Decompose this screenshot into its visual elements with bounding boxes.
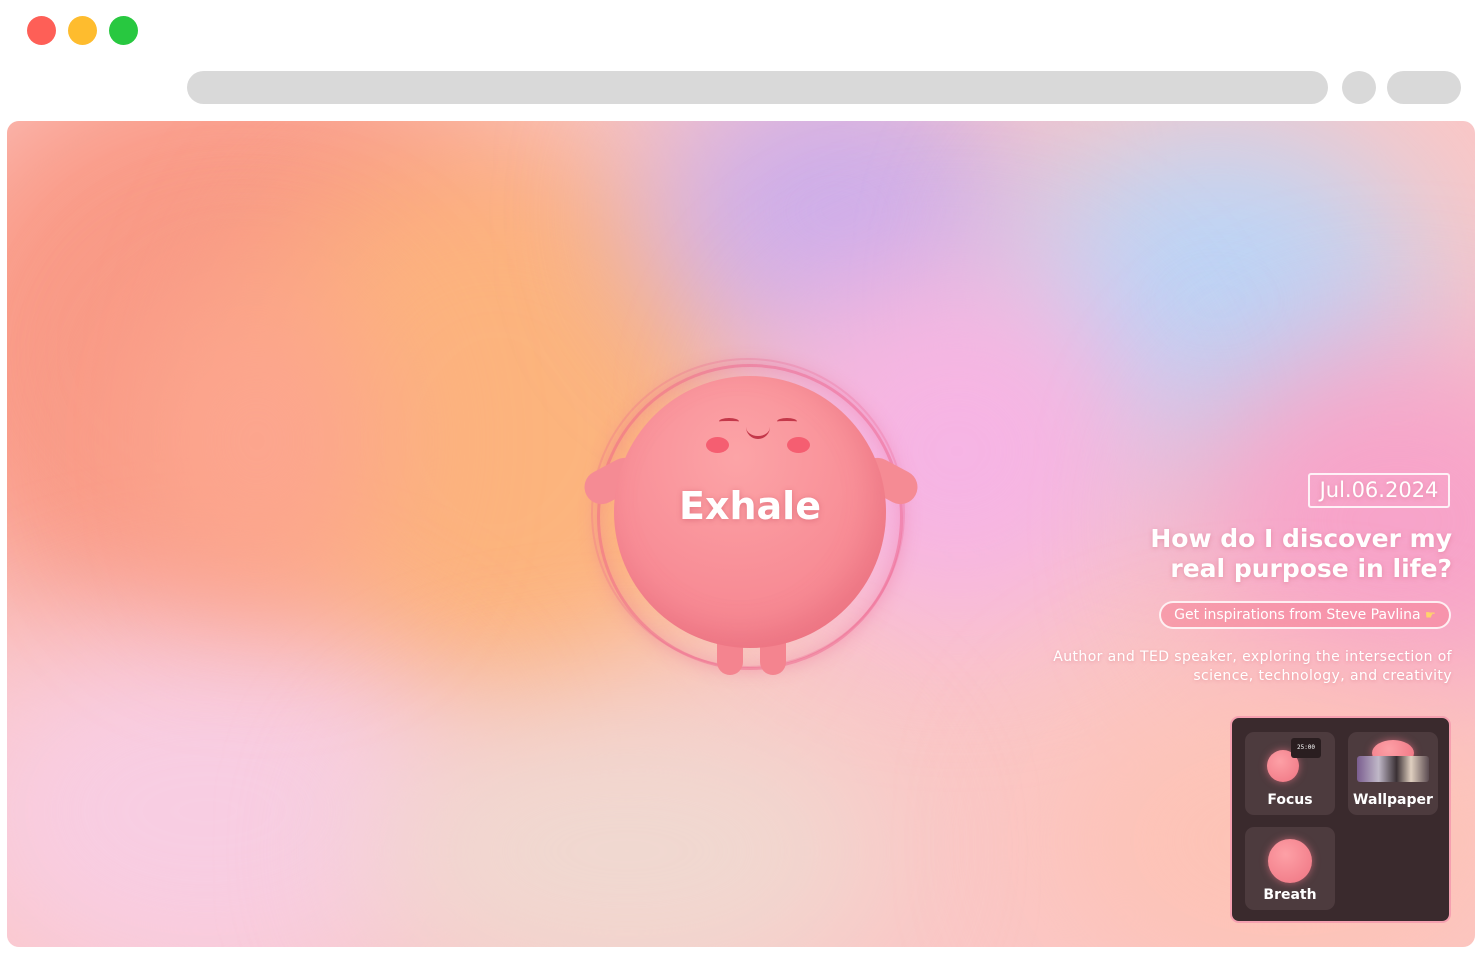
app-tile-wallpaper[interactable]: Wallpaper [1348,732,1438,815]
address-bar[interactable] [187,71,1328,104]
window-minimize-button[interactable] [68,16,97,45]
app-label-focus: Focus [1267,792,1313,808]
focus-timer-thumbnail: 25:00 [1291,738,1321,758]
app-tile-breath[interactable]: Breath [1245,827,1335,910]
date-badge: Jul.06.2024 [1308,473,1450,508]
breath-phase-label: Exhale [679,484,821,528]
pointing-hand-icon: ☛ [1425,608,1436,622]
breathing-character[interactable]: Exhale [577,356,927,686]
author-description: Author and TED speaker, exploring the in… [1053,649,1452,684]
character-right-cheek [787,437,810,453]
daily-question: How do I discover my real purpose in lif… [1150,524,1452,583]
page-viewport: Exhale Jul.06.2024 How do I discover my … [7,121,1475,947]
toolbar-circle-button[interactable] [1342,71,1376,104]
character-left-eye [719,418,739,425]
breath-app-icon [1268,839,1312,883]
wallpaper-thumbnail [1357,756,1429,782]
app-tile-focus[interactable]: 25:00 Focus [1245,732,1335,815]
inspiration-button[interactable]: Get inspirations from Steve Pavlina ☛ [1159,601,1451,629]
inspiration-button-label: Get inspirations from Steve Pavlina [1174,607,1421,623]
background-gradient-blob [127,281,387,601]
toolbar-pill-button[interactable] [1387,71,1461,104]
window-maximize-button[interactable] [109,16,138,45]
app-label-wallpaper: Wallpaper [1353,792,1433,808]
apps-panel: 25:00 Focus Wallpaper Breath [1230,716,1451,923]
app-label-breath: Breath [1263,887,1317,903]
window-close-button[interactable] [27,16,56,45]
character-mouth [746,426,770,439]
character-right-eye [777,418,797,425]
character-left-cheek [706,437,729,453]
